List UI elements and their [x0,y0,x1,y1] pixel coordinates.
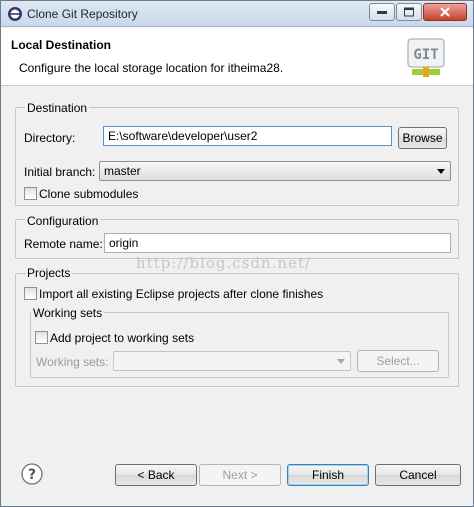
browse-button[interactable]: Browse [398,127,447,149]
clone-submodules-label: Clone submodules [39,187,139,201]
remote-name-field[interactable]: origin [104,233,451,253]
svg-text:GIT: GIT [413,47,438,63]
clone-submodules-checkbox[interactable] [24,187,37,200]
destination-group-title: Destination [25,101,90,115]
projects-group-title: Projects [25,266,73,280]
working-sets-group-title: Working sets [31,306,105,320]
maximize-button[interactable] [396,3,422,21]
add-to-working-sets-checkbox[interactable] [35,331,48,344]
clone-git-repository-dialog: Clone Git Repository Local Destination C… [0,0,474,507]
next-button[interactable]: Next > [199,464,281,486]
directory-field[interactable]: E:\software\developer\user2 [103,126,392,146]
remote-name-label: Remote name: [24,237,103,251]
working-sets-select[interactable] [113,351,351,371]
maximize-icon [404,7,414,17]
chevron-down-icon [437,169,445,174]
select-working-sets-button[interactable]: Select... [357,350,439,372]
back-button[interactable]: < Back [115,464,197,486]
page-title: Local Destination [11,38,112,52]
page-description: Configure the local storage location for… [19,61,284,75]
add-to-working-sets-label: Add project to working sets [50,331,195,345]
window-title: Clone Git Repository [27,7,138,21]
close-button[interactable] [423,3,467,21]
chevron-down-icon [337,359,345,364]
finish-button[interactable]: Finish [287,464,369,486]
initial-branch-select[interactable]: master [99,161,451,181]
close-icon [440,7,450,17]
minimize-button[interactable] [369,3,395,21]
working-sets-label: Working sets: [36,355,109,369]
initial-branch-value: master [104,164,141,178]
git-logo-icon: GIT [407,38,445,77]
header-banner: Local Destination Configure the local st… [1,28,473,86]
help-icon[interactable]: ? [21,463,43,485]
directory-label: Directory: [24,131,76,145]
configuration-group-title: Configuration [25,214,101,228]
import-projects-label: Import all existing Eclipse projects aft… [39,287,324,301]
watermark-text: http://blog.csdn.net/ [136,254,312,272]
svg-text:?: ? [28,467,36,483]
minimize-icon [377,11,387,14]
initial-branch-label: Initial branch: [24,165,96,179]
import-projects-checkbox[interactable] [24,287,37,300]
cancel-button[interactable]: Cancel [375,464,461,486]
eclipse-icon [8,7,22,21]
title-bar[interactable]: Clone Git Repository [1,1,473,27]
